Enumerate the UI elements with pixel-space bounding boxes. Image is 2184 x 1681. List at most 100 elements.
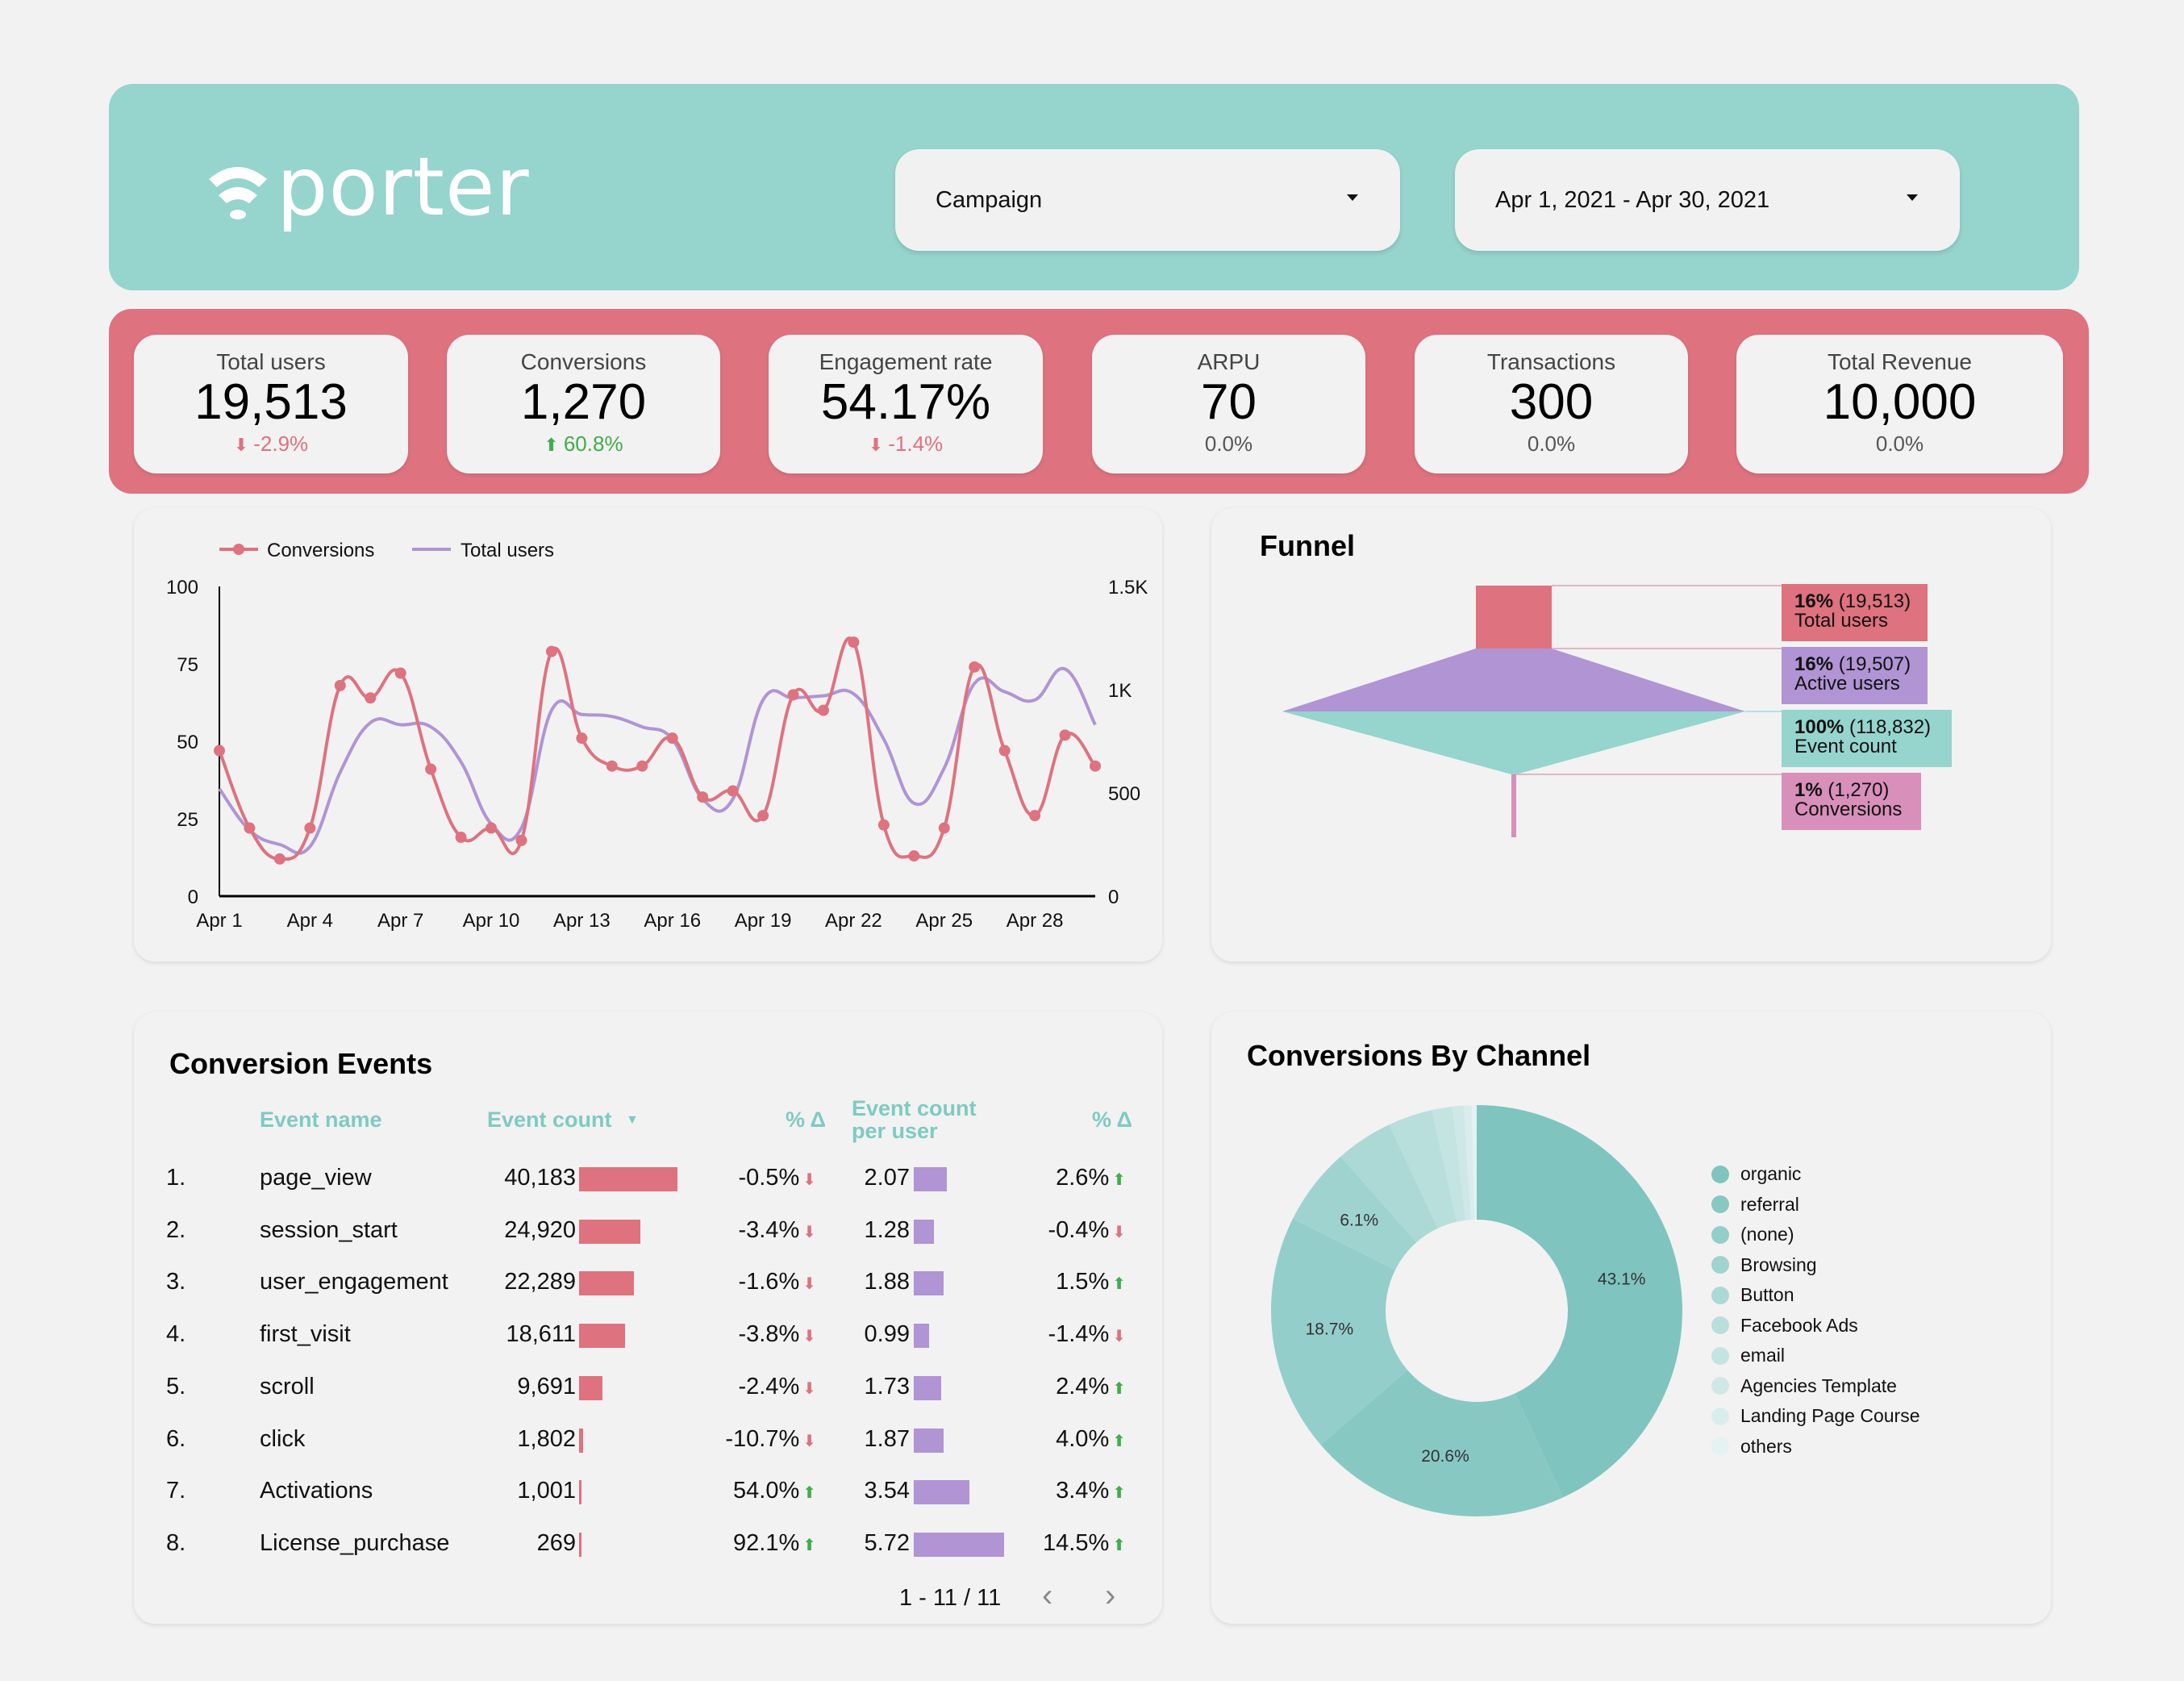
kpi-value: 70 <box>1201 374 1257 430</box>
legend-swatch <box>1711 1165 1729 1183</box>
event-name: scroll <box>260 1373 315 1399</box>
arrow-up-icon: ⬆ <box>1112 1432 1126 1450</box>
stage-value: 19,513 <box>1844 590 1905 612</box>
funnel-title: Funnel <box>1260 529 1355 562</box>
kpi-delta-value: 0.0% <box>1204 432 1253 456</box>
event-count-bar <box>579 1428 584 1453</box>
per-user-delta-value: 3.4% <box>1056 1478 1110 1504</box>
event-count-delta-value: -1.6% <box>738 1269 800 1295</box>
kpi-label: Conversions <box>520 349 647 374</box>
arrow-up-icon: ⬆ <box>1112 1379 1126 1398</box>
kpi-delta-value: 60.8% <box>563 432 623 456</box>
column-header-per-user[interactable]: Event count per user <box>852 1097 997 1143</box>
per-user-value: 2.07 <box>864 1165 910 1191</box>
per-user-bar <box>914 1324 930 1349</box>
donut-title: Conversions By Channel <box>1247 1039 1591 1072</box>
kpi-delta-value: -2.9% <box>253 432 309 456</box>
per-user-bar <box>914 1375 941 1400</box>
arrow-up-icon: ⬆ <box>544 435 559 455</box>
column-header-count-delta[interactable]: % Δ <box>786 1108 826 1132</box>
date-range-dropdown[interactable]: Apr 1, 2021 - Apr 30, 2021 <box>1455 149 1960 251</box>
legend-item[interactable]: (none) <box>1711 1224 1794 1245</box>
legend-label: Facebook Ads <box>1740 1314 1858 1336</box>
arrow-up-icon: ⬆ <box>1112 1536 1126 1554</box>
kpi-delta: ⬇ -2.9% <box>134 432 408 457</box>
pagination-text: 1 - 11 / 11 <box>899 1585 1002 1611</box>
kpi-delta: 0.0% <box>1092 432 1365 457</box>
event-count: 22,289 <box>504 1269 576 1295</box>
arrow-up-icon: ⬆ <box>1112 1484 1126 1503</box>
arrow-down-icon: ⬇ <box>802 1432 816 1450</box>
legend-item[interactable]: others <box>1711 1436 1792 1458</box>
event-count-bar <box>579 1167 677 1191</box>
event-count-delta-value: 92.1% <box>733 1529 800 1556</box>
chevron-right-icon: › <box>1105 1578 1116 1613</box>
event-count-delta-value: -3.8% <box>738 1321 800 1348</box>
event-count-bar <box>579 1324 625 1349</box>
funnel-stage-label: 16% (19,507) Active users <box>1782 647 1928 704</box>
legend-item[interactable]: referral <box>1711 1194 1799 1216</box>
stage-percent: 16% <box>1794 590 1834 612</box>
arrow-down-icon: ⬇ <box>802 1328 816 1346</box>
chevron-down-icon <box>1347 194 1358 201</box>
event-count: 24,920 <box>504 1216 576 1243</box>
stage-name: Event count <box>1794 736 1897 757</box>
legend-swatch <box>1711 1407 1729 1425</box>
kpi-delta: ⬆ 60.8% <box>447 432 720 457</box>
legend-item[interactable]: Facebook Ads <box>1711 1315 1858 1337</box>
event-count-delta: -10.7% ⬇ <box>725 1426 816 1453</box>
event-count-delta: 54.0% ⬆ <box>733 1478 816 1504</box>
chevron-left-icon: ‹ <box>1042 1578 1053 1613</box>
legend-label: Agencies Template <box>1740 1374 1897 1396</box>
next-page-button[interactable]: › <box>1105 1579 1115 1612</box>
kpi-value: 54.17% <box>820 374 991 430</box>
legend-item[interactable]: email <box>1711 1345 1785 1366</box>
column-header-per-user-delta[interactable]: % Δ <box>1092 1108 1132 1132</box>
channel-donut-card <box>1211 1012 2051 1624</box>
legend-item[interactable]: Browsing <box>1711 1254 1817 1276</box>
legend-swatch <box>1711 1195 1729 1213</box>
funnel-stage-label: 100% (118,832) Event count <box>1782 710 1952 767</box>
legend-label: others <box>1740 1435 1792 1457</box>
stage-name: Total users <box>1794 610 1889 632</box>
legend-item[interactable]: organic <box>1711 1163 1801 1185</box>
legend-item[interactable]: Button <box>1711 1284 1794 1306</box>
kpi-value: 300 <box>1509 374 1594 430</box>
event-count-bar <box>579 1219 640 1244</box>
stage-value: 1,270 <box>1834 779 1883 801</box>
legend-label: (none) <box>1740 1224 1794 1245</box>
stage-percent: 100% <box>1794 716 1844 738</box>
per-user-delta: -1.4% ⬇ <box>1048 1321 1126 1348</box>
legend-label: referral <box>1740 1193 1799 1215</box>
per-user-value: 0.99 <box>864 1321 910 1348</box>
campaign-dropdown-value: Campaign <box>936 186 1043 213</box>
event-count-delta: 92.1% ⬆ <box>733 1530 816 1557</box>
row-rank: 8. <box>166 1529 186 1556</box>
per-user-bar <box>914 1271 944 1296</box>
per-user-value: 3.54 <box>864 1478 910 1504</box>
per-user-delta: -0.4% ⬇ <box>1048 1217 1126 1244</box>
chevron-down-icon <box>1907 194 1918 201</box>
arrow-down-icon: ⬇ <box>1112 1223 1126 1241</box>
campaign-dropdown[interactable]: Campaign <box>895 149 1400 251</box>
column-header-event-name[interactable]: Event name <box>260 1108 382 1132</box>
event-count-delta-value: -2.4% <box>738 1373 800 1399</box>
per-user-delta: 14.5% ⬆ <box>1043 1530 1126 1557</box>
timeseries-chart-card <box>134 508 1162 961</box>
kpi-label: Engagement rate <box>819 349 993 374</box>
legend-item[interactable]: Agencies Template <box>1711 1375 1897 1397</box>
stage-value: 19,507 <box>1844 653 1905 675</box>
kpi-delta: 0.0% <box>1736 432 2063 457</box>
kpi-label: ARPU <box>1197 349 1261 374</box>
prev-page-button[interactable]: ‹ <box>1042 1579 1052 1612</box>
event-count-delta-value: 54.0% <box>733 1478 800 1504</box>
kpi-value: 10,000 <box>1823 374 1977 430</box>
event-count: 40,183 <box>504 1165 576 1191</box>
column-header-event-count[interactable]: Event count ▼ <box>487 1108 639 1131</box>
legend-item[interactable]: Landing Page Course <box>1711 1405 1920 1427</box>
kpi-card-conversions: Conversions 1,270 ⬆ 60.8% <box>447 335 720 473</box>
legend-swatch <box>1711 1316 1729 1334</box>
event-count-bar <box>579 1271 634 1296</box>
kpi-label: Total Revenue <box>1827 349 1972 374</box>
per-user-bar <box>914 1480 970 1505</box>
